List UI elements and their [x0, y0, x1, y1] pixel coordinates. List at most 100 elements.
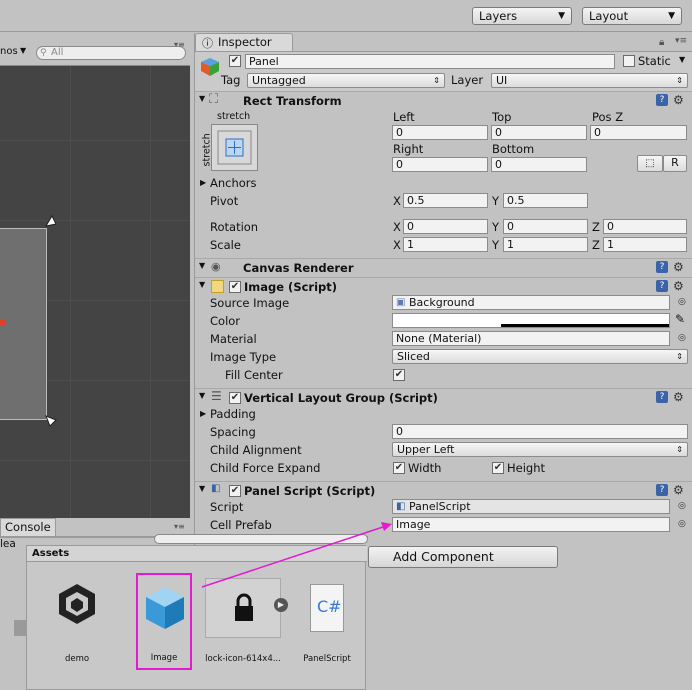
child-alignment-label: Child Alignment: [210, 443, 302, 457]
object-name-input[interactable]: Panel: [245, 54, 615, 69]
object-picker-icon[interactable]: ◎: [678, 333, 686, 343]
component-enabled-checkbox[interactable]: ✔: [229, 392, 241, 404]
expand-arrow-icon[interactable]: ▶: [274, 598, 288, 612]
layout-dropdown[interactable]: Layout ▼: [582, 7, 682, 25]
add-component-button[interactable]: Add Component: [368, 546, 558, 568]
panel-script-header[interactable]: ▼ ◧ ✔ Panel Script (Script) ? ⚙: [195, 481, 692, 499]
asset-panelscript[interactable]: C# PanelScript: [289, 576, 365, 671]
gear-icon[interactable]: ⚙: [673, 484, 684, 496]
color-field[interactable]: [392, 313, 670, 328]
gear-icon[interactable]: ⚙: [673, 94, 684, 106]
scene-search-input[interactable]: ⚲ All: [36, 46, 186, 60]
asset-lock-icon-texture[interactable]: ▶ lock-icon-614x4...: [205, 576, 288, 671]
asset-label: demo: [64, 654, 90, 664]
help-icon[interactable]: ?: [656, 94, 668, 106]
help-icon[interactable]: ?: [656, 391, 668, 403]
x-label: X: [393, 238, 401, 252]
asset-demo[interactable]: demo: [37, 576, 117, 671]
help-icon[interactable]: ?: [656, 280, 668, 292]
scene-view[interactable]: nos ▼ ⚲ All: [0, 40, 190, 518]
material-field[interactable]: None (Material): [392, 331, 670, 346]
fill-center-checkbox[interactable]: ✔: [393, 369, 405, 381]
bottom-input[interactable]: 0: [491, 157, 587, 172]
layers-label: Layers: [479, 9, 518, 23]
rect-transform-header[interactable]: ▼ ⛶ Rect Transform ? ⚙: [195, 91, 692, 109]
expand-height-checkbox[interactable]: ✔: [492, 462, 504, 474]
rotation-label: Rotation: [210, 220, 259, 234]
object-header: ✔ Panel Static ▼ Tag Untagged ⇕ Layer UI ⇕: [195, 51, 692, 91]
foldout-arrow-icon[interactable]: ▶: [200, 178, 206, 187]
dashed-rect-icon: ⬚: [645, 158, 655, 169]
object-picker-icon[interactable]: ◎: [678, 297, 686, 307]
width-label: Width: [408, 461, 442, 475]
assets-panel: Assets demo Image ▶ lock-icon-614x4... C…: [26, 545, 367, 690]
child-alignment-value: Upper Left: [397, 443, 455, 456]
tag-dropdown[interactable]: Untagged ⇕: [247, 73, 445, 88]
anchor-handle-icon[interactable]: [42, 212, 60, 230]
component-enabled-checkbox[interactable]: ✔: [229, 485, 241, 497]
left-input[interactable]: 0: [392, 125, 488, 140]
console-tab[interactable]: Console: [0, 518, 56, 536]
static-checkbox[interactable]: [623, 55, 635, 67]
scale-x-input[interactable]: 1: [403, 237, 488, 252]
layers-dropdown[interactable]: Layers ▼: [472, 7, 572, 25]
panel-menu-icon[interactable]: ▾≡: [174, 40, 192, 49]
object-picker-icon[interactable]: ◎: [678, 501, 686, 511]
console-clear-button[interactable]: lea: [0, 538, 16, 550]
lock-icon[interactable]: 🔒︎: [659, 37, 664, 48]
inspector-tab[interactable]: ⓘ Inspector: [195, 33, 293, 51]
scale-z-input[interactable]: 1: [603, 237, 687, 252]
console-search-input[interactable]: [154, 534, 368, 544]
script-field[interactable]: ◧ PanelScript: [392, 499, 670, 514]
pivot-x-input[interactable]: 0.5: [403, 193, 488, 208]
image-type-dropdown[interactable]: Sliced ⇕: [392, 349, 688, 364]
selected-panel-rect[interactable]: [0, 228, 47, 420]
top-input[interactable]: 0: [491, 125, 587, 140]
posz-input[interactable]: 0: [590, 125, 687, 140]
source-image-field[interactable]: ▣ Background: [392, 295, 670, 310]
rotation-z-input[interactable]: 0: [603, 219, 687, 234]
canvas-renderer-header[interactable]: ▼ ◉ Canvas Renderer ? ⚙: [195, 258, 692, 276]
component-title: Rect Transform: [243, 94, 342, 108]
panel-menu-icon[interactable]: ▾≡: [174, 522, 185, 531]
anchor-preset-button[interactable]: [211, 124, 258, 171]
panel-menu-icon[interactable]: ▾≡: [675, 36, 687, 46]
object-picker-icon[interactable]: ◎: [678, 519, 686, 529]
anchors-foldout[interactable]: Anchors: [210, 176, 257, 190]
layer-dropdown[interactable]: UI ⇕: [491, 73, 688, 88]
gear-icon[interactable]: ⚙: [673, 391, 684, 403]
scale-y-input[interactable]: 1: [503, 237, 588, 252]
image-component-header[interactable]: ▼ ✔ Image (Script) ? ⚙: [195, 277, 692, 295]
layout-label: Layout: [589, 9, 629, 23]
right-input[interactable]: 0: [392, 157, 488, 172]
layout-group-icon: ☰: [211, 389, 222, 403]
child-alignment-dropdown[interactable]: Upper Left ⇕: [392, 442, 688, 457]
anchor-handle-icon[interactable]: [42, 412, 60, 430]
padding-foldout[interactable]: Padding: [210, 407, 256, 421]
pivot-y-input[interactable]: 0.5: [503, 193, 588, 208]
gear-icon[interactable]: ⚙: [673, 261, 684, 273]
help-icon[interactable]: ?: [656, 261, 668, 273]
raw-edit-button[interactable]: R: [663, 155, 687, 172]
csharp-script-icon: ◧: [396, 501, 406, 512]
scrollbar-thumb[interactable]: [14, 620, 26, 636]
help-icon[interactable]: ?: [656, 484, 668, 496]
spacing-input[interactable]: 0: [392, 424, 688, 439]
foldout-arrow-icon[interactable]: ▶: [200, 409, 206, 418]
component-enabled-checkbox[interactable]: ✔: [229, 281, 241, 293]
rotation-x-input[interactable]: 0: [403, 219, 488, 234]
eyedropper-icon[interactable]: ✎: [675, 312, 685, 326]
active-checkbox[interactable]: ✔: [229, 55, 241, 67]
rotation-y-input[interactable]: 0: [503, 219, 588, 234]
y-label: Y: [492, 220, 500, 234]
cell-prefab-field[interactable]: Image: [392, 517, 670, 532]
gizmos-menu[interactable]: nos: [0, 46, 18, 57]
foldout-arrow-icon: ▼: [199, 94, 206, 103]
vertical-layout-group-header[interactable]: ▼ ☰ ✔ Vertical Layout Group (Script) ? ⚙: [195, 388, 692, 406]
chevron-down-icon[interactable]: ▼: [679, 55, 685, 64]
asset-image[interactable]: Image: [136, 573, 192, 670]
gear-icon[interactable]: ⚙: [673, 280, 684, 292]
blueprint-mode-button[interactable]: ⬚: [637, 155, 663, 172]
expand-width-checkbox[interactable]: ✔: [393, 462, 405, 474]
layer-value: UI: [496, 74, 508, 87]
